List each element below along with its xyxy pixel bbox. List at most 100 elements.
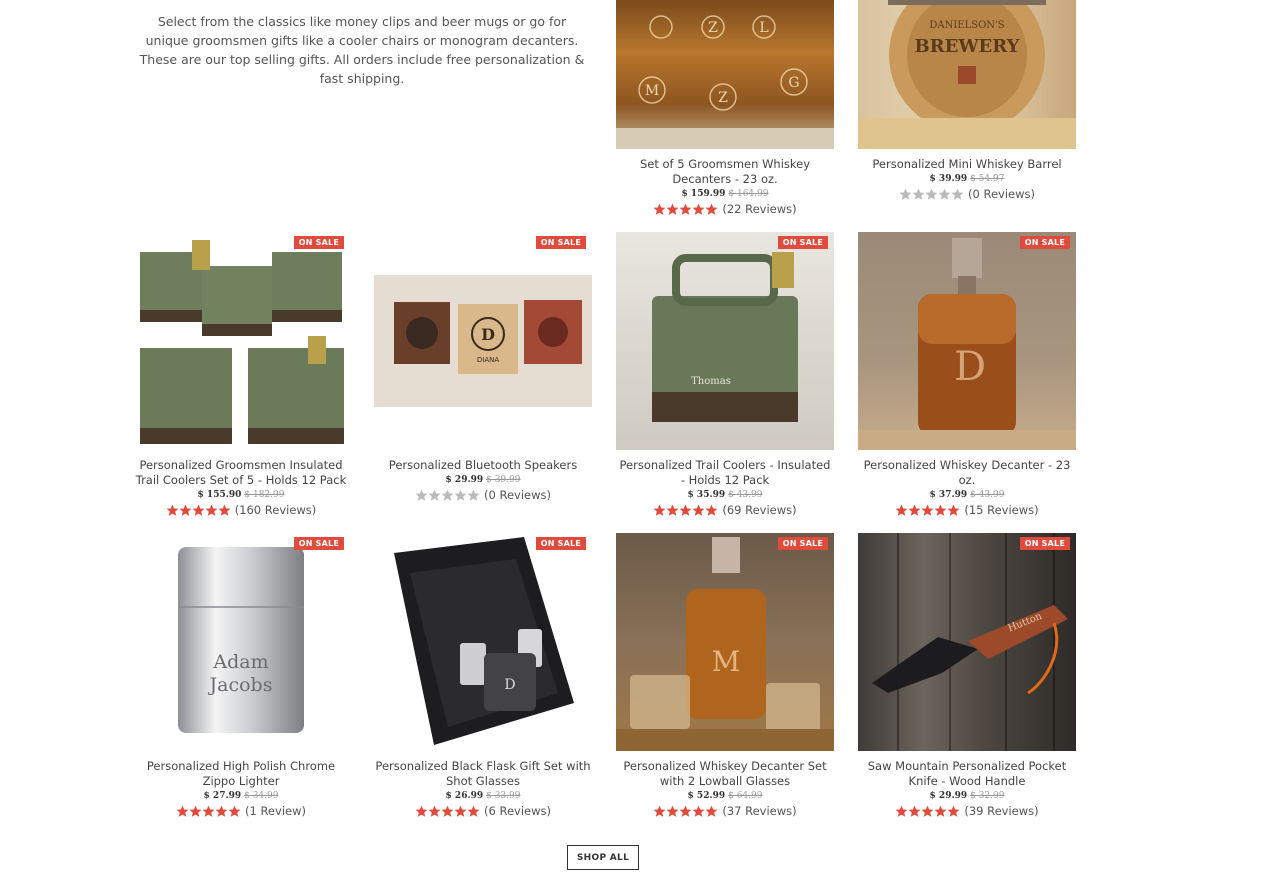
svg-text:Adam: Adam: [212, 651, 268, 673]
product-image[interactable]: Z L M Z G: [616, 0, 834, 149]
star-filled-icon: [895, 504, 908, 516]
product-name[interactable]: Personalized Bluetooth Speakers: [374, 458, 592, 473]
product-image[interactable]: ON SALE: [132, 232, 350, 450]
star-filled-icon: [454, 805, 467, 817]
svg-text:L: L: [759, 20, 768, 36]
star-empty-icon: [912, 188, 925, 200]
star-filled-icon: [228, 805, 241, 817]
svg-text:M: M: [712, 645, 741, 678]
star-filled-icon: [679, 805, 692, 817]
product-name[interactable]: Personalized High Polish Chrome Zippo Li…: [132, 759, 350, 789]
star-filled-icon: [679, 203, 692, 215]
product-rating[interactable]: (15 Reviews): [858, 502, 1076, 518]
product-name[interactable]: Personalized Whiskey Decanter Set with 2…: [616, 759, 834, 789]
star-filled-icon: [692, 805, 705, 817]
star-filled-icon: [205, 504, 218, 516]
star-filled-icon: [692, 203, 705, 215]
product-name[interactable]: Set of 5 Groomsmen Whiskey Decanters - 2…: [616, 157, 834, 187]
svg-text:M: M: [645, 83, 659, 99]
review-count: (160 Reviews): [234, 503, 317, 517]
star-empty-icon: [428, 489, 441, 501]
star-filled-icon: [192, 504, 205, 516]
product-name[interactable]: Personalized Trail Coolers - Insulated -…: [616, 458, 834, 488]
shop-all-button[interactable]: SHOP ALL: [567, 845, 639, 870]
review-count: (1 Review): [245, 804, 306, 818]
product-price: $ 27.99 $ 34.99: [132, 789, 350, 803]
on-sale-badge: ON SALE: [535, 537, 586, 550]
star-filled-icon: [934, 805, 947, 817]
star-rating-icon: [895, 504, 960, 517]
product-name[interactable]: Personalized Mini Whiskey Barrel: [858, 157, 1076, 172]
star-filled-icon: [653, 203, 666, 215]
star-filled-icon: [705, 203, 718, 215]
star-filled-icon: [415, 805, 428, 817]
star-filled-icon: [666, 203, 679, 215]
review-count: (69 Reviews): [722, 503, 797, 517]
star-filled-icon: [202, 805, 215, 817]
on-sale-badge: ON SALE: [1019, 236, 1070, 249]
product-image[interactable]: D ON SALE: [374, 533, 592, 751]
product-rating[interactable]: (22 Reviews): [616, 201, 834, 217]
product-price: $ 35.99 $ 43.99: [616, 488, 834, 502]
product-name[interactable]: Personalized Groomsmen Insulated Trail C…: [132, 458, 350, 488]
product-price: $ 29.99 $ 39.99: [374, 473, 592, 487]
original-price: $ 182.99: [244, 490, 285, 500]
current-price: $ 52.99: [687, 791, 726, 801]
star-filled-icon: [679, 504, 692, 516]
product-price: $ 39.99 $ 54.97: [858, 172, 1076, 186]
product-image[interactable]: D DIANA ON SALE: [374, 232, 592, 450]
product-name[interactable]: Personalized Whiskey Decanter - 23 oz.: [858, 458, 1076, 488]
star-rating-icon: [653, 203, 718, 216]
svg-text:Z: Z: [708, 20, 718, 36]
product-rating[interactable]: (6 Reviews): [374, 803, 592, 819]
whiskey-decanter-illustration: D: [858, 238, 1076, 450]
product-image[interactable]: M ON SALE: [616, 533, 834, 751]
product-rating[interactable]: (37 Reviews): [616, 803, 834, 819]
star-rating-icon: [899, 188, 964, 201]
product-image[interactable]: D ON SALE: [858, 232, 1076, 450]
svg-text:DANIELSON'S: DANIELSON'S: [929, 20, 1004, 31]
product-rating[interactable]: (0 Reviews): [858, 186, 1076, 202]
product-image[interactable]: Hutton ON SALE: [858, 533, 1076, 751]
product-rating[interactable]: (69 Reviews): [616, 502, 834, 518]
star-filled-icon: [653, 504, 666, 516]
current-price: $ 37.99: [929, 490, 968, 500]
star-filled-icon: [921, 504, 934, 516]
star-filled-icon: [947, 504, 960, 516]
trail-cooler-illustration: Thomas: [652, 252, 798, 422]
current-price: $ 35.99: [687, 490, 726, 500]
star-empty-icon: [415, 489, 428, 501]
star-filled-icon: [189, 805, 202, 817]
review-count: (39 Reviews): [964, 804, 1039, 818]
star-filled-icon: [166, 504, 179, 516]
product-rating[interactable]: (1 Review): [132, 803, 350, 819]
star-filled-icon: [908, 805, 921, 817]
product-price: $ 29.99 $ 32.99: [858, 789, 1076, 803]
current-price: $ 29.99: [929, 791, 968, 801]
star-filled-icon: [705, 504, 718, 516]
review-count: (0 Reviews): [968, 187, 1035, 201]
star-filled-icon: [441, 805, 454, 817]
product-rating[interactable]: (160 Reviews): [132, 502, 350, 518]
bluetooth-speakers-illustration: D DIANA: [374, 275, 592, 407]
product-image[interactable]: DANIELSON'S BREWERY: [858, 0, 1076, 149]
svg-text:D: D: [504, 677, 515, 693]
original-price: $ 43.99: [728, 490, 763, 500]
product-rating[interactable]: (39 Reviews): [858, 803, 1076, 819]
star-rating-icon: [895, 805, 960, 818]
original-price: $ 34.99: [244, 791, 279, 801]
original-price: $ 32.99: [970, 791, 1005, 801]
on-sale-badge: ON SALE: [535, 236, 586, 249]
product-name[interactable]: Saw Mountain Personalized Pocket Knife -…: [858, 759, 1076, 789]
whiskey-barrel-illustration: DANIELSON'S BREWERY: [858, 0, 1076, 149]
product-image[interactable]: Thomas ON SALE: [616, 232, 834, 450]
star-filled-icon: [705, 805, 718, 817]
star-filled-icon: [666, 805, 679, 817]
product-image[interactable]: Adam Jacobs ON SALE: [132, 533, 350, 751]
star-empty-icon: [951, 188, 964, 200]
on-sale-badge: ON SALE: [293, 236, 344, 249]
star-filled-icon: [176, 805, 189, 817]
star-empty-icon: [467, 489, 480, 501]
product-rating[interactable]: (0 Reviews): [374, 487, 592, 503]
product-name[interactable]: Personalized Black Flask Gift Set with S…: [374, 759, 592, 789]
